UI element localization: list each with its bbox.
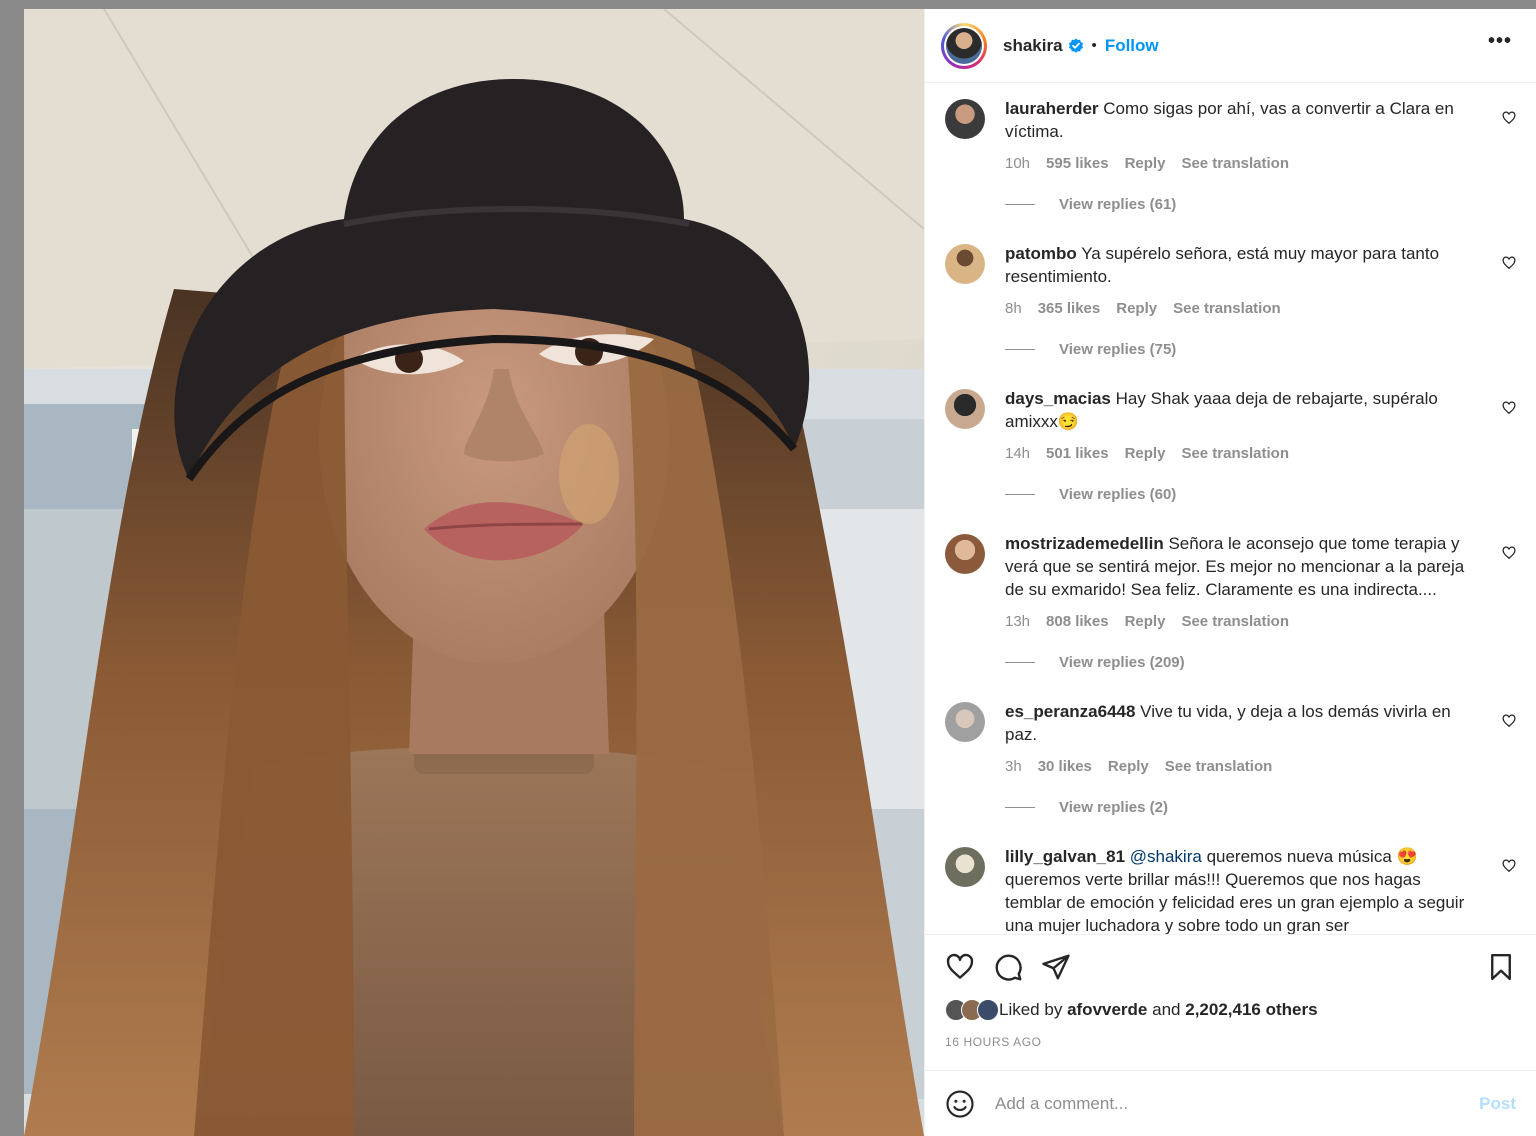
comment-like-heart-icon[interactable] <box>1502 111 1516 125</box>
commenter-username[interactable]: es_peranza6448 <box>1005 702 1135 721</box>
replies-divider <box>1005 204 1035 205</box>
see-translation-button[interactable]: See translation <box>1173 300 1281 317</box>
liked-by-user[interactable]: afovverde <box>1067 1000 1147 1020</box>
post-actions: Liked by afovverde and 2,202,416 others … <box>925 934 1536 1070</box>
view-replies-button[interactable]: View replies (61) <box>1005 196 1480 213</box>
commenter-username[interactable]: lilly_galvan_81 <box>1005 847 1125 866</box>
post-photo[interactable] <box>24 9 924 1136</box>
liked-by-others[interactable]: 2,202,416 others <box>1185 1000 1317 1020</box>
comment-likes[interactable]: 595 likes <box>1046 155 1109 172</box>
comment-item: patombo Ya supérelo señora, está muy may… <box>945 242 1520 387</box>
view-replies-label: View replies (209) <box>1059 654 1185 671</box>
likes-summary: Liked by afovverde and 2,202,416 others <box>945 999 1516 1021</box>
verified-badge-icon <box>1068 38 1083 53</box>
reply-button[interactable]: Reply <box>1108 758 1149 775</box>
comment-item: lilly_galvan_81 @shakira queremos nueva … <box>945 845 1520 934</box>
comment-text-continued: queremos verte brillar más!!! Queremos q… <box>1005 870 1465 934</box>
reply-button[interactable]: Reply <box>1125 155 1166 172</box>
follow-button[interactable]: Follow <box>1105 36 1159 56</box>
replies-divider <box>1005 662 1035 663</box>
comment-item: mostrizademedellin Señora le aconsejo qu… <box>945 532 1520 700</box>
smirk-emoji: 😏 <box>1057 412 1080 431</box>
comment-meta: 8h 365 likes Reply See translation <box>1005 300 1480 317</box>
replies-divider <box>1005 349 1035 350</box>
comment-likes[interactable]: 501 likes <box>1046 445 1109 462</box>
comment-meta: 14h 501 likes Reply See translation <box>1005 445 1480 462</box>
comment-text: queremos nueva música <box>1206 847 1392 866</box>
view-replies-button[interactable]: View replies (2) <box>1005 799 1480 816</box>
comment-time[interactable]: 14h <box>1005 445 1030 462</box>
selfie-image <box>24 9 924 1136</box>
comment-time[interactable]: 13h <box>1005 613 1030 630</box>
post-header: shakira • Follow ••• <box>925 9 1536 83</box>
see-translation-button[interactable]: See translation <box>1181 613 1289 630</box>
commenter-avatar[interactable] <box>945 99 985 139</box>
see-translation-button[interactable]: See translation <box>1165 758 1273 775</box>
comment-item: days_macias Hay Shak yaaa deja de rebaja… <box>945 387 1520 532</box>
reply-button[interactable]: Reply <box>1125 445 1166 462</box>
comment-like-heart-icon[interactable] <box>1502 859 1516 873</box>
post-side-panel: shakira • Follow ••• lauraherder Como si… <box>924 9 1536 1136</box>
view-replies-label: View replies (60) <box>1059 486 1177 503</box>
comment-item: es_peranza6448 Vive tu vida, y deja a lo… <box>945 700 1520 845</box>
author-avatar[interactable] <box>941 22 987 69</box>
comment-likes[interactable]: 808 likes <box>1046 613 1109 630</box>
commenter-avatar[interactable] <box>945 389 985 429</box>
comment-like-heart-icon[interactable] <box>1502 401 1516 415</box>
comment-likes[interactable]: 30 likes <box>1038 758 1092 775</box>
see-translation-button[interactable]: See translation <box>1181 155 1289 172</box>
view-replies-label: View replies (61) <box>1059 196 1177 213</box>
commenter-username[interactable]: days_macias <box>1005 389 1111 408</box>
comment-meta: 10h 595 likes Reply See translation <box>1005 155 1480 172</box>
comments-list[interactable]: lauraherder Como sigas por ahí, vas a co… <box>925 83 1536 934</box>
view-replies-button[interactable]: View replies (75) <box>1005 341 1480 358</box>
reply-button[interactable]: Reply <box>1125 613 1166 630</box>
view-replies-button[interactable]: View replies (209) <box>1005 654 1480 671</box>
commenter-username[interactable]: patombo <box>1005 244 1077 263</box>
header-separator: • <box>1091 37 1097 54</box>
comment-time[interactable]: 3h <box>1005 758 1022 775</box>
view-replies-label: View replies (75) <box>1059 341 1177 358</box>
bookmark-icon[interactable] <box>1486 952 1516 982</box>
post-modal: shakira • Follow ••• lauraherder Como si… <box>24 9 1536 1136</box>
view-replies-button[interactable]: View replies (60) <box>1005 486 1480 503</box>
comment-like-heart-icon[interactable] <box>1502 256 1516 270</box>
commenter-username[interactable]: lauraherder <box>1005 99 1099 118</box>
emoji-picker-icon[interactable] <box>945 1089 975 1119</box>
commenter-username[interactable]: mostrizademedellin <box>1005 534 1164 553</box>
commenter-avatar[interactable] <box>945 534 985 574</box>
comment-input[interactable] <box>993 1092 1480 1115</box>
comment-time[interactable]: 10h <box>1005 155 1030 172</box>
mention-link[interactable]: @shakira <box>1130 847 1202 866</box>
comment-likes[interactable]: 365 likes <box>1038 300 1101 317</box>
comment-meta: 13h 808 likes Reply See translation <box>1005 613 1480 630</box>
post-timestamp[interactable]: 16 HOURS AGO <box>945 1035 1516 1049</box>
view-replies-label: View replies (2) <box>1059 799 1168 816</box>
comment-meta: 3h 30 likes Reply See translation <box>1005 758 1480 775</box>
commenter-avatar[interactable] <box>945 244 985 284</box>
comment-item: lauraherder Como sigas por ahí, vas a co… <box>945 97 1520 242</box>
replies-divider <box>1005 807 1035 808</box>
comment-bubble-icon[interactable] <box>993 952 1023 982</box>
liked-by-conjunction: and <box>1152 1000 1181 1019</box>
comment-like-heart-icon[interactable] <box>1502 546 1516 560</box>
replies-divider <box>1005 494 1035 495</box>
author-username[interactable]: shakira <box>1003 36 1063 56</box>
post-comment-button[interactable]: Post <box>1479 1094 1516 1114</box>
heart-eyes-emoji: 😍 <box>1396 847 1418 866</box>
reply-button[interactable]: Reply <box>1116 300 1157 317</box>
add-comment-bar: Post <box>925 1070 1536 1136</box>
see-translation-button[interactable]: See translation <box>1181 445 1289 462</box>
commenter-avatar[interactable] <box>945 702 985 742</box>
commenter-avatar[interactable] <box>945 847 985 887</box>
comment-like-heart-icon[interactable] <box>1502 714 1516 728</box>
paper-plane-icon[interactable] <box>1041 952 1071 982</box>
heart-icon[interactable] <box>945 952 975 982</box>
comment-time[interactable]: 8h <box>1005 300 1022 317</box>
likers-avatars[interactable] <box>945 999 999 1021</box>
more-options-button[interactable]: ••• <box>1480 30 1520 61</box>
liked-by-prefix: Liked by <box>999 1000 1063 1019</box>
